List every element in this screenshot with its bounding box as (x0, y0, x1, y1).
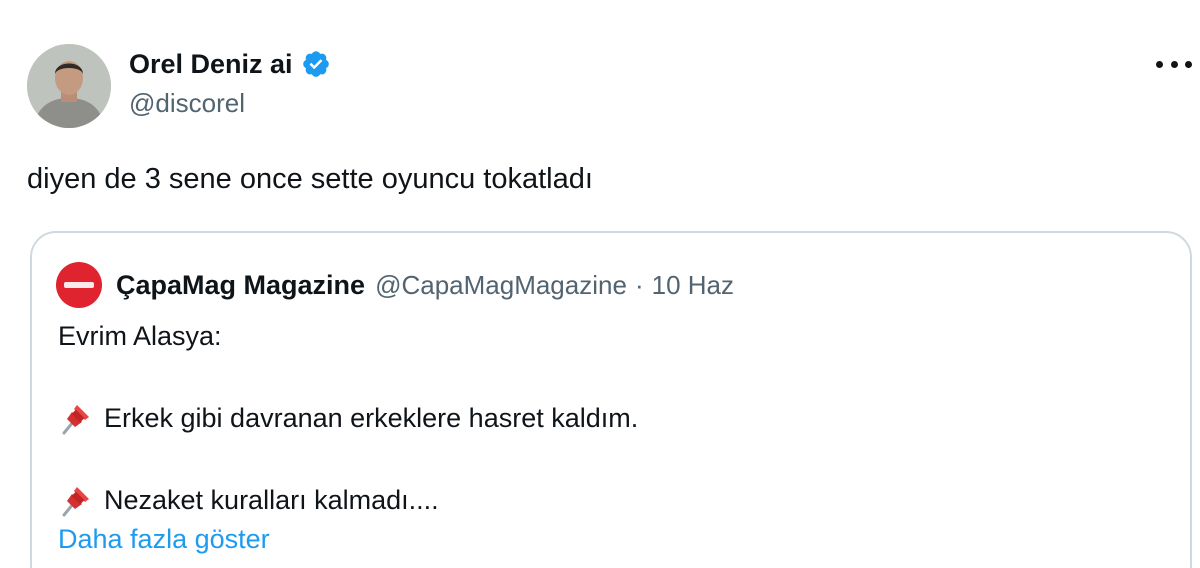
author-block: Orel Deniz ai @discorel (129, 46, 331, 119)
quoted-timestamp[interactable]: 10 Haz (652, 270, 734, 301)
quoted-text: Nezaket kuralları kalmadı.... (104, 484, 439, 515)
quoted-author-avatar[interactable] (56, 262, 102, 308)
pushpin-icon (62, 487, 89, 517)
tweet-text: diyen de 3 sene once sette oyuncu tokatl… (27, 163, 593, 195)
author-name-row: Orel Deniz ai (129, 46, 331, 82)
show-more-link[interactable]: Daha fazla göster (58, 524, 270, 555)
pushpin-icon (62, 405, 89, 435)
author-display-name[interactable]: Orel Deniz ai (129, 49, 293, 80)
author-handle[interactable]: @discorel (129, 88, 331, 119)
more-options-icon[interactable] (1156, 52, 1192, 76)
quoted-avatar-logo (64, 282, 94, 288)
quoted-text: Evrim Alasya: (58, 321, 222, 351)
quoted-author-name[interactable]: ÇapaMag Magazine (116, 270, 365, 301)
quoted-author-handle[interactable]: @CapaMagMagazine (375, 270, 627, 301)
quoted-text-line: Evrim Alasya: (58, 321, 222, 352)
quoted-tweet[interactable]: ÇapaMag Magazine @CapaMagMagazine · 10 H… (30, 231, 1192, 568)
avatar-photo (27, 44, 111, 128)
quoted-separator: · (634, 269, 644, 300)
verified-badge-icon[interactable] (301, 49, 331, 79)
quoted-text-line: Nezaket kuralları kalmadı.... (58, 482, 439, 518)
more-dot (1170, 60, 1178, 68)
more-dot (1185, 60, 1192, 68)
more-dot (1156, 60, 1163, 68)
quoted-tweet-header: ÇapaMag Magazine @CapaMagMagazine · 10 H… (56, 262, 734, 308)
author-avatar[interactable] (27, 44, 111, 128)
quoted-text-line: Erkek gibi davranan erkeklere hasret kal… (58, 400, 638, 436)
quoted-text: Erkek gibi davranan erkeklere hasret kal… (104, 402, 639, 433)
